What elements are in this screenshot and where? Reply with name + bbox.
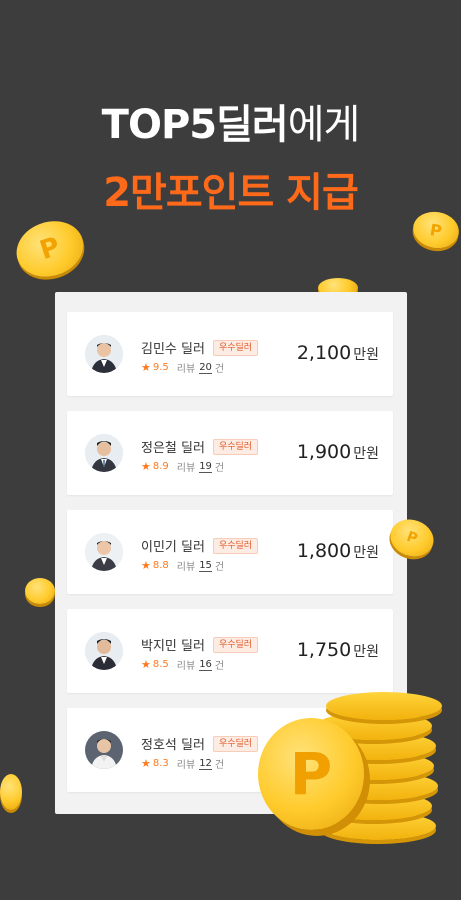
review-count: 12 <box>199 757 212 770</box>
excellent-dealer-badge: 우수딜러 <box>212 636 259 653</box>
dealer-avatar <box>85 335 123 373</box>
excellent-dealer-badge: 우수딜러 <box>212 735 259 752</box>
coin-symbol: P <box>36 231 64 267</box>
amount-value: 1,750 <box>296 639 352 661</box>
dealer-name-row: 박지민 딜러 우수딜러 <box>141 635 259 654</box>
review-count: 16 <box>199 658 212 671</box>
dealer-avatar <box>85 533 123 571</box>
dealer-avatar <box>85 434 123 472</box>
stacked-coin-icon <box>326 692 442 720</box>
amount-unit: 만원 <box>353 644 379 660</box>
review-count: 20 <box>199 361 212 374</box>
dealer-card[interactable]: 정은철 딜러 우수딜러 ★ 8.9 리뷰 19 건 1,900 만원 <box>67 411 393 495</box>
review-unit: 건 <box>214 661 225 672</box>
review-label: 리뷰 <box>176 760 196 771</box>
dealer-name-row: 김민수 딜러 우수딜러 <box>141 338 259 357</box>
dealer-rating: 8.3 <box>152 758 169 769</box>
big-coin-icon: P <box>258 718 364 830</box>
star-icon: ★ <box>141 559 151 572</box>
review-label: 리뷰 <box>176 661 196 672</box>
coin-symbol: P <box>289 740 333 808</box>
review-unit: 건 <box>214 364 225 375</box>
review-unit: 건 <box>214 463 225 474</box>
headline-line-1: TOP5딜러에게 <box>0 92 461 150</box>
review-count: 19 <box>199 460 212 473</box>
headline-line-2: 2만포인트 지급 <box>103 170 359 216</box>
dealer-name: 박지민 딜러 <box>141 639 205 654</box>
dealer-name-row: 정호석 딜러 우수딜러 <box>141 734 259 753</box>
dealer-name: 정호석 딜러 <box>141 738 205 753</box>
star-icon: ★ <box>141 361 151 374</box>
dealer-name: 김민수 딜러 <box>141 342 205 357</box>
excellent-dealer-badge: 우수딜러 <box>212 537 259 554</box>
dealer-amount: 1,750 만원 <box>297 639 379 661</box>
amount-value: 2,100 <box>296 342 352 364</box>
review-label: 리뷰 <box>176 364 196 375</box>
dealer-meta-row: ★ 8.8 리뷰 15 건 <box>141 558 224 573</box>
headline-top5: TOP5딜러 <box>101 102 289 148</box>
dealer-rating: 8.8 <box>152 560 169 571</box>
star-icon: ★ <box>141 460 151 473</box>
dealer-name: 이민기 딜러 <box>141 540 205 555</box>
coin-symbol: P <box>404 528 420 548</box>
dealer-card[interactable]: 이민기 딜러 우수딜러 ★ 8.8 리뷰 15 건 1,800 만원 <box>67 510 393 594</box>
review-label: 리뷰 <box>176 463 196 474</box>
review-label: 리뷰 <box>176 562 196 573</box>
amount-value: 1,900 <box>296 441 352 463</box>
coin-icon: P <box>9 212 91 286</box>
dealer-name: 정은철 딜러 <box>141 441 205 456</box>
dealer-meta-row: ★ 8.3 리뷰 12 건 <box>141 756 224 771</box>
dealer-rating: 8.5 <box>152 659 169 670</box>
amount-unit: 만원 <box>353 446 379 462</box>
dealer-name-row: 정은철 딜러 우수딜러 <box>141 437 259 456</box>
dealer-amount: 1,900 만원 <box>297 441 379 463</box>
star-icon: ★ <box>141 658 151 671</box>
dealer-amount: 1,800 만원 <box>297 540 379 562</box>
dealer-avatar <box>85 731 123 769</box>
amount-unit: 만원 <box>353 347 379 363</box>
review-count: 15 <box>199 559 212 572</box>
review-unit: 건 <box>214 760 225 771</box>
amount-value: 1,800 <box>296 540 352 562</box>
review-unit: 건 <box>214 562 225 573</box>
dealer-card[interactable]: 박지민 딜러 우수딜러 ★ 8.5 리뷰 16 건 1,750 만원 <box>67 609 393 693</box>
dealer-amount: 2,100 만원 <box>297 342 379 364</box>
amount-unit: 만원 <box>353 545 379 561</box>
dealer-name-row: 이민기 딜러 우수딜러 <box>141 536 259 555</box>
excellent-dealer-badge: 우수딜러 <box>212 438 259 455</box>
star-icon: ★ <box>141 757 151 770</box>
dealer-card[interactable]: 김민수 딜러 우수딜러 ★ 9.5 리뷰 20 건 2,100 만원 <box>67 312 393 396</box>
dealer-meta-row: ★ 8.5 리뷰 16 건 <box>141 657 224 672</box>
dealer-avatar <box>85 632 123 670</box>
coin-symbol: P <box>428 219 444 241</box>
excellent-dealer-badge: 우수딜러 <box>212 339 259 356</box>
headline-suffix: 에게 <box>287 102 361 148</box>
coin-icon <box>0 774 22 810</box>
dealer-meta-row: ★ 8.9 리뷰 19 건 <box>141 459 224 474</box>
dealer-rating: 9.5 <box>152 362 169 373</box>
dealer-rating: 8.9 <box>152 461 169 472</box>
dealer-meta-row: ★ 9.5 리뷰 20 건 <box>141 360 224 375</box>
coin-icon <box>25 578 55 604</box>
